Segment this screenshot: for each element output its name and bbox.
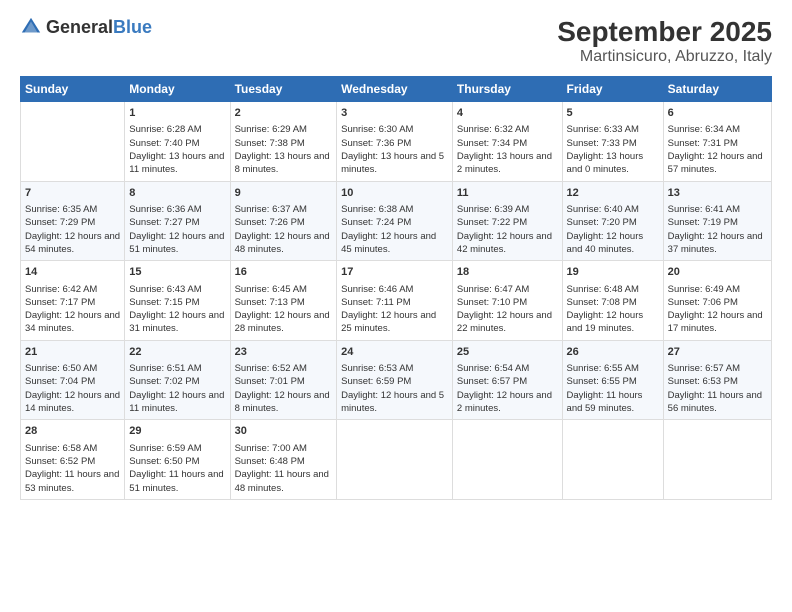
day-number: 29 xyxy=(129,424,225,439)
calendar-cell: 19Sunrise: 6:48 AMSunset: 7:08 PMDayligh… xyxy=(562,261,663,341)
week-row-5: 28Sunrise: 6:58 AMSunset: 6:52 PMDayligh… xyxy=(21,420,772,500)
day-number: 23 xyxy=(235,345,333,360)
page: GeneralBlue September 2025 Martinsicuro,… xyxy=(0,0,792,612)
week-row-1: 1Sunrise: 6:28 AMSunset: 7:40 PMDaylight… xyxy=(21,102,772,182)
calendar-cell: 13Sunrise: 6:41 AMSunset: 7:19 PMDayligh… xyxy=(663,181,771,261)
calendar-cell xyxy=(452,420,562,500)
logo-text-blue: Blue xyxy=(113,17,152,37)
day-number: 18 xyxy=(457,265,558,280)
day-number: 30 xyxy=(235,424,333,439)
header-cell-sunday: Sunday xyxy=(21,77,125,102)
day-number: 9 xyxy=(235,186,333,201)
calendar-cell: 17Sunrise: 6:46 AMSunset: 7:11 PMDayligh… xyxy=(337,261,453,341)
calendar-cell: 29Sunrise: 6:59 AMSunset: 6:50 PMDayligh… xyxy=(125,420,230,500)
calendar-cell: 30Sunrise: 7:00 AMSunset: 6:48 PMDayligh… xyxy=(230,420,337,500)
calendar-cell xyxy=(337,420,453,500)
calendar-cell: 24Sunrise: 6:53 AMSunset: 6:59 PMDayligh… xyxy=(337,340,453,420)
calendar-cell: 15Sunrise: 6:43 AMSunset: 7:15 PMDayligh… xyxy=(125,261,230,341)
calendar-cell: 12Sunrise: 6:40 AMSunset: 7:20 PMDayligh… xyxy=(562,181,663,261)
day-number: 6 xyxy=(668,106,767,121)
day-number: 4 xyxy=(457,106,558,121)
day-number: 11 xyxy=(457,186,558,201)
header-cell-friday: Friday xyxy=(562,77,663,102)
calendar-cell: 2Sunrise: 6:29 AMSunset: 7:38 PMDaylight… xyxy=(230,102,337,182)
day-number: 3 xyxy=(341,106,448,121)
calendar-cell: 7Sunrise: 6:35 AMSunset: 7:29 PMDaylight… xyxy=(21,181,125,261)
calendar-cell: 5Sunrise: 6:33 AMSunset: 7:33 PMDaylight… xyxy=(562,102,663,182)
header-cell-thursday: Thursday xyxy=(452,77,562,102)
calendar-cell: 3Sunrise: 6:30 AMSunset: 7:36 PMDaylight… xyxy=(337,102,453,182)
day-number: 19 xyxy=(567,265,659,280)
calendar-cell: 22Sunrise: 6:51 AMSunset: 7:02 PMDayligh… xyxy=(125,340,230,420)
day-number: 25 xyxy=(457,345,558,360)
calendar-cell: 16Sunrise: 6:45 AMSunset: 7:13 PMDayligh… xyxy=(230,261,337,341)
day-number: 15 xyxy=(129,265,225,280)
calendar-cell: 6Sunrise: 6:34 AMSunset: 7:31 PMDaylight… xyxy=(663,102,771,182)
calendar-cell: 8Sunrise: 6:36 AMSunset: 7:27 PMDaylight… xyxy=(125,181,230,261)
calendar-cell: 1Sunrise: 6:28 AMSunset: 7:40 PMDaylight… xyxy=(125,102,230,182)
day-number: 13 xyxy=(668,186,767,201)
title-block: September 2025 Martinsicuro, Abruzzo, It… xyxy=(557,16,772,66)
calendar-cell: 27Sunrise: 6:57 AMSunset: 6:53 PMDayligh… xyxy=(663,340,771,420)
day-number: 26 xyxy=(567,345,659,360)
header-cell-monday: Monday xyxy=(125,77,230,102)
calendar-cell: 9Sunrise: 6:37 AMSunset: 7:26 PMDaylight… xyxy=(230,181,337,261)
calendar-cell: 20Sunrise: 6:49 AMSunset: 7:06 PMDayligh… xyxy=(663,261,771,341)
day-number: 20 xyxy=(668,265,767,280)
day-number: 27 xyxy=(668,345,767,360)
day-number: 10 xyxy=(341,186,448,201)
week-row-3: 14Sunrise: 6:42 AMSunset: 7:17 PMDayligh… xyxy=(21,261,772,341)
calendar-cell xyxy=(562,420,663,500)
calendar-cell: 11Sunrise: 6:39 AMSunset: 7:22 PMDayligh… xyxy=(452,181,562,261)
day-number: 16 xyxy=(235,265,333,280)
day-number: 14 xyxy=(25,265,120,280)
day-number: 24 xyxy=(341,345,448,360)
calendar-title: September 2025 xyxy=(557,16,772,48)
day-number: 7 xyxy=(25,186,120,201)
header-cell-tuesday: Tuesday xyxy=(230,77,337,102)
calendar-cell: 21Sunrise: 6:50 AMSunset: 7:04 PMDayligh… xyxy=(21,340,125,420)
calendar-cell: 23Sunrise: 6:52 AMSunset: 7:01 PMDayligh… xyxy=(230,340,337,420)
header-row: SundayMondayTuesdayWednesdayThursdayFrid… xyxy=(21,77,772,102)
day-number: 5 xyxy=(567,106,659,121)
calendar-subtitle: Martinsicuro, Abruzzo, Italy xyxy=(557,48,772,66)
calendar-cell: 25Sunrise: 6:54 AMSunset: 6:57 PMDayligh… xyxy=(452,340,562,420)
calendar-cell: 10Sunrise: 6:38 AMSunset: 7:24 PMDayligh… xyxy=(337,181,453,261)
calendar-cell xyxy=(21,102,125,182)
logo-icon xyxy=(20,16,42,38)
logo: GeneralBlue xyxy=(20,16,152,38)
week-row-2: 7Sunrise: 6:35 AMSunset: 7:29 PMDaylight… xyxy=(21,181,772,261)
calendar-cell: 14Sunrise: 6:42 AMSunset: 7:17 PMDayligh… xyxy=(21,261,125,341)
calendar-table: SundayMondayTuesdayWednesdayThursdayFrid… xyxy=(20,76,772,500)
day-number: 17 xyxy=(341,265,448,280)
day-number: 22 xyxy=(129,345,225,360)
day-number: 12 xyxy=(567,186,659,201)
day-number: 2 xyxy=(235,106,333,121)
header-cell-wednesday: Wednesday xyxy=(337,77,453,102)
calendar-cell xyxy=(663,420,771,500)
header-cell-saturday: Saturday xyxy=(663,77,771,102)
calendar-cell: 26Sunrise: 6:55 AMSunset: 6:55 PMDayligh… xyxy=(562,340,663,420)
day-number: 8 xyxy=(129,186,225,201)
calendar-cell: 28Sunrise: 6:58 AMSunset: 6:52 PMDayligh… xyxy=(21,420,125,500)
day-number: 1 xyxy=(129,106,225,121)
header: GeneralBlue September 2025 Martinsicuro,… xyxy=(20,16,772,66)
logo-text-general: General xyxy=(46,17,113,37)
week-row-4: 21Sunrise: 6:50 AMSunset: 7:04 PMDayligh… xyxy=(21,340,772,420)
calendar-cell: 4Sunrise: 6:32 AMSunset: 7:34 PMDaylight… xyxy=(452,102,562,182)
day-number: 21 xyxy=(25,345,120,360)
calendar-cell: 18Sunrise: 6:47 AMSunset: 7:10 PMDayligh… xyxy=(452,261,562,341)
day-number: 28 xyxy=(25,424,120,439)
